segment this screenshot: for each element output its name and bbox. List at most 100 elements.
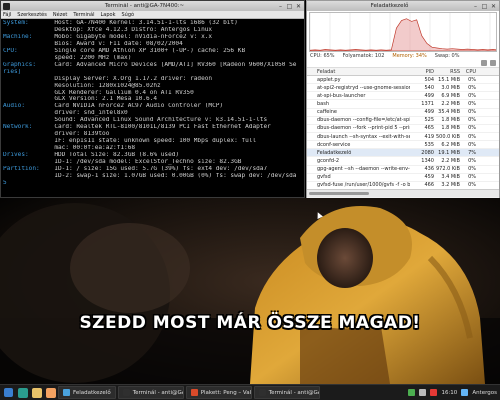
taskbar-task-button[interactable]: Terminál - anti@GA-7N4… — [117, 386, 184, 399]
user-name[interactable]: Antergos — [472, 390, 497, 396]
task-app-icon — [258, 389, 266, 396]
menu-help[interactable]: Súgó — [121, 12, 134, 18]
process-pid: 499 — [424, 92, 434, 99]
minimize-icon[interactable]: – — [472, 3, 479, 10]
terminal-line-text: Mobo: Gigabyte model: nVidia-nForce2 v: … — [47, 33, 213, 40]
task-app-icon — [190, 389, 198, 396]
process-row[interactable]: applet.py 504 15.1 MiB 0% — [307, 76, 499, 85]
folder-icon[interactable] — [32, 387, 42, 398]
terminal-line: Audio: Card NVIDIA nForce2 AC97 Audio Co… — [3, 103, 302, 110]
process-row[interactable]: dbus-daemon --config-file=/etc/at-spi2/a… — [307, 117, 499, 125]
terminal-line-label: ries] — [3, 68, 22, 75]
process-row[interactable]: gconfd-2 1340 2.2 MiB 0% — [307, 157, 499, 166]
terminal-line: ID-2: swap-1 size: 1.07GB used: 0.00GB (… — [3, 173, 302, 180]
menu-view[interactable]: Nézet — [53, 12, 67, 18]
task-manager-toolbar — [307, 59, 499, 68]
menu-edit[interactable]: Szerkesztés — [17, 12, 47, 18]
taskbar: Feladatkezelő Terminál - anti@GA-7N4… Plak… — [0, 384, 500, 400]
scrollbar-thumb[interactable] — [309, 192, 369, 195]
process-name: gconfd-2 — [317, 157, 340, 164]
process-cpu: 0% — [468, 76, 476, 83]
terminal-line: GLX Renderer: Gallium 0.4 on ATI RV350 — [3, 90, 302, 97]
minimize-icon[interactable]: – — [277, 3, 284, 10]
network-icon[interactable] — [408, 389, 416, 396]
menu-icon[interactable] — [490, 60, 496, 66]
process-row[interactable]: at-spi2-registryd --use-gnome-session 540… — [307, 84, 499, 93]
app-icon[interactable] — [18, 387, 28, 398]
browser-icon[interactable] — [46, 387, 56, 398]
process-row[interactable]: dconf-service 535 6.2 MiB 0% — [307, 141, 499, 150]
column-pid[interactable]: PID — [410, 69, 434, 75]
process-pid: 2080 — [421, 149, 434, 156]
settings-icon[interactable] — [481, 60, 487, 66]
video-frame[interactable]: SZEDD MOST MÁR ÖSSZE MAGAD! — [0, 198, 500, 384]
terminal-line: Sound: Advanced Linux Sound Architecture… — [3, 117, 302, 124]
terminal-titlebar[interactable]: Terminál - anti@GA-7N400:~ – □ ✕ — [1, 1, 304, 11]
process-rss: 972.0 KiB — [435, 166, 460, 173]
task-label: Feladatkezelő — [73, 389, 111, 396]
terminal-line: mac: 00:0f:ea:a2:f1:68 — [3, 145, 302, 152]
terminal-line: driver: snd_intel8x0 — [3, 110, 302, 117]
maximize-icon[interactable]: □ — [481, 3, 488, 10]
terminal-line: Network: Card: Realtek RTL-8100/8101L/81… — [3, 124, 302, 131]
process-name: at-spi-bus-launcher — [317, 92, 366, 99]
process-rss: 35.4 MiB — [438, 109, 460, 116]
volume-icon[interactable] — [419, 389, 427, 396]
terminal-line-label: Machine: — [3, 33, 33, 40]
process-pid: 499 — [424, 109, 434, 116]
taskbar-task-button[interactable]: Plakett: Peng – Valami va… — [185, 386, 252, 399]
terminal-line-text: mac: 00:0f:ea:a2:f1:68 — [47, 145, 136, 152]
process-row[interactable]: at-spi-bus-launcher 499 6.9 MiB 0% — [307, 92, 499, 101]
taskbar-task-button[interactable]: Feladatkezelő — [58, 386, 116, 399]
task-label: Plakett: Peng – Valami va… — [200, 389, 252, 396]
process-row[interactable]: Feladatkezelő 2080 19.1 MiB 7% — [307, 149, 499, 158]
terminal-line-text: HDD Total Size: 82.3GB (8.6% used) — [47, 152, 180, 159]
terminal-line-text: driver: snd_intel8x0 — [47, 110, 128, 117]
process-pid: 436 — [424, 166, 434, 173]
process-name: applet.py — [317, 76, 341, 83]
process-row[interactable]: gpg-agent --sh --daemon --write-env-file… — [307, 166, 499, 174]
taskbar-task-button[interactable]: Terminál - anti@GA-7N40… — [253, 386, 320, 399]
task-manager-titlebar[interactable]: Feladatkezelő – □ ✕ — [307, 1, 499, 11]
menu-terminal[interactable]: Terminál — [73, 12, 94, 18]
process-row[interactable]: bash 1371 2.2 MiB 0% — [307, 100, 499, 109]
column-cpu[interactable]: CPU — [460, 69, 478, 75]
user-icon[interactable] — [461, 389, 469, 396]
terminal-line: ID-1: /dev/sda model: ExcelStor_Techno s… — [3, 159, 302, 166]
process-row[interactable]: gvfsd 459 3.4 MiB 0% — [307, 174, 499, 182]
start-menu-button[interactable] — [1, 386, 15, 400]
terminal-title: Terminál - anti@GA-7N400:~ — [104, 3, 185, 9]
process-table-header: Feladat PID RSS CPU — [307, 68, 499, 76]
process-row[interactable]: dbus-launch --sh-syntax --exit-with-sess… — [307, 133, 499, 142]
column-rss[interactable]: RSS — [434, 69, 460, 75]
terminal-line-text: Host: GA-7N400 Kernel: 3.14.51-1-lts i68… — [47, 20, 238, 26]
process-pid: 1371 — [421, 100, 434, 107]
terminal-line: Drives: HDD Total Size: 82.3GB (8.6% use… — [3, 152, 302, 159]
terminal-line-text: Card NVIDIA nForce2 AC97 Audio Controler… — [47, 103, 224, 110]
process-name: Feladatkezelő — [317, 149, 352, 156]
process-name: gvfsd-fuse /run/user/1000/gvfs -f -o big… — [317, 182, 410, 189]
maximize-icon[interactable]: □ — [286, 3, 293, 10]
process-pid: 1340 — [421, 157, 434, 164]
terminal-output[interactable]: System: Host: GA-7N400 Kernel: 3.14.51-1… — [1, 19, 304, 188]
process-row[interactable]: dbus-daemon --fork --print-pid 5 --print… — [307, 125, 499, 133]
close-icon[interactable]: ✕ — [490, 3, 497, 10]
process-cpu: 0% — [468, 109, 476, 116]
clock[interactable]: 16:10 — [441, 390, 457, 396]
terminal-icon — [3, 2, 10, 10]
terminal-line: CPU: Single core AMD Athlon XP 3100+ (-U… — [3, 48, 302, 55]
process-cpu: 7% — [468, 149, 476, 156]
update-icon[interactable] — [430, 389, 438, 396]
subtitle-text: SZEDD MOST MÁR ÖSSZE MAGAD! — [79, 313, 421, 333]
horizontal-scrollbar[interactable] — [307, 189, 499, 197]
terminal-window[interactable]: Terminál - anti@GA-7N400:~ – □ ✕ Fájl Sz… — [0, 0, 305, 198]
terminal-line-text: Single core AMD Athlon XP 3100+ (-UP-) c… — [47, 47, 246, 54]
terminal-line-text: Desktop: Xfce 4.12.3 Distro: Antergos Li… — [47, 26, 213, 33]
column-task[interactable]: Feladat — [307, 69, 410, 75]
close-icon[interactable]: ✕ — [295, 3, 302, 10]
process-row[interactable]: caffeine 499 35.4 MiB 0% — [307, 109, 499, 117]
terminal-line-text: speed: 2200 MHz (max) — [47, 54, 132, 61]
task-manager-window[interactable]: Feladatkezelő – □ ✕ CPU: 65% Folyamatok:… — [306, 0, 500, 199]
menu-file[interactable]: Fájl — [3, 12, 11, 18]
menu-tabs[interactable]: Lapok — [101, 12, 116, 18]
